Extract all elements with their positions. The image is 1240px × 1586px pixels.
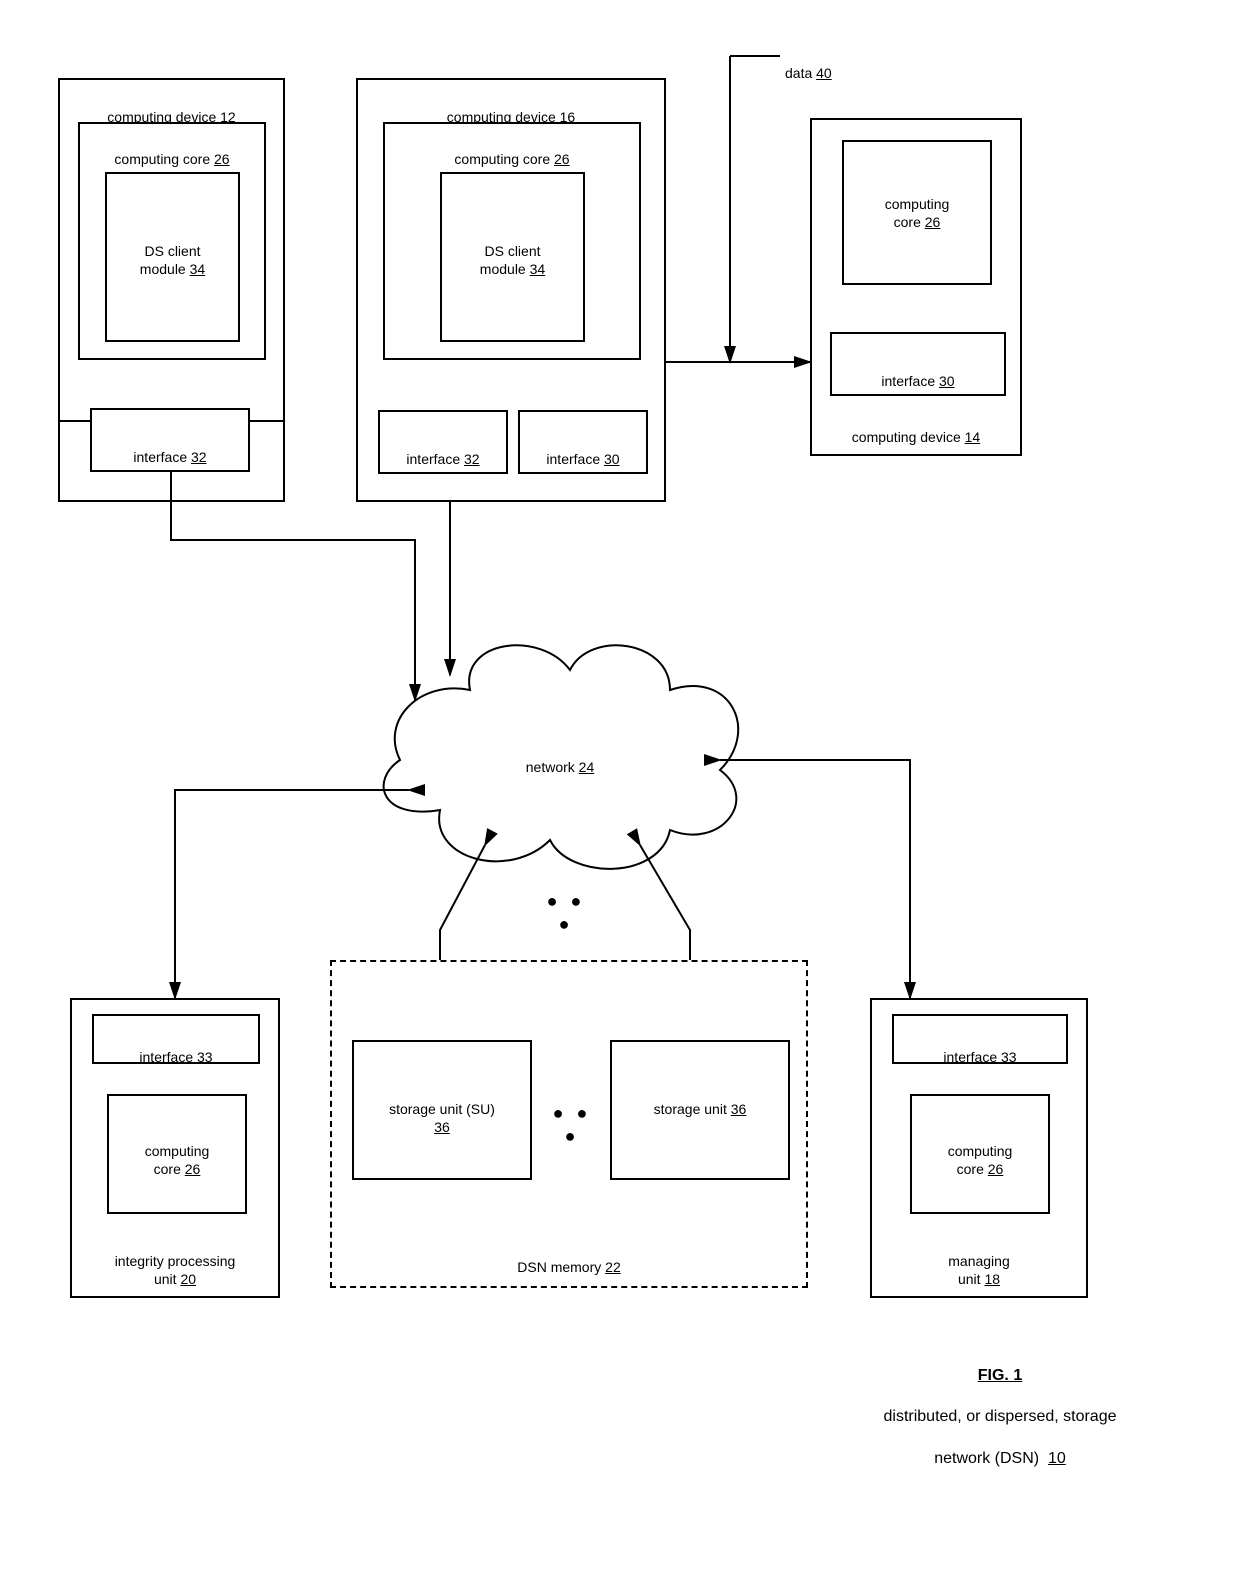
cd16-interface-32: interface 32 xyxy=(378,410,508,474)
dots-links: ● ● ● xyxy=(536,890,596,937)
mgr-core: computingcore 26 xyxy=(910,1094,1050,1214)
cd14-core: computingcore 26 xyxy=(842,140,992,285)
cd12-core: computing core 26 DS clientmodule 34 xyxy=(78,122,266,360)
ipu-title: integrity processingunit 20 xyxy=(72,1233,278,1288)
computing-device-16: computing device 16 computing core 26 DS… xyxy=(356,78,666,502)
cd14-core-label: computingcore 26 xyxy=(844,177,990,232)
dsn-memory: storage unit (SU)36 ● ● ● storage unit 3… xyxy=(330,960,808,1288)
integrity-processing-unit: interface 33 computingcore 26 integrity … xyxy=(70,998,280,1298)
cd14-iface-label: interface 30 xyxy=(832,354,1004,390)
storage-unit-1: storage unit (SU)36 xyxy=(352,1040,532,1180)
cd12-ds-label: DS clientmodule 34 xyxy=(107,224,238,279)
dsnmem-title: DSN memory 22 xyxy=(332,1240,806,1276)
cd16-core-label: computing core 26 xyxy=(385,132,639,168)
cd14-title: computing device 14 xyxy=(812,410,1020,446)
figure-caption: FIG. 1 distributed, or dispersed, storag… xyxy=(840,1345,1160,1470)
cd16-core: computing core 26 DS clientmodule 34 xyxy=(383,122,641,360)
ipu-interface-33: interface 33 xyxy=(92,1014,260,1064)
cd14-interface-30: interface 30 xyxy=(830,332,1006,396)
ipu-core: computingcore 26 xyxy=(107,1094,247,1214)
mgr-interface-33: interface 33 xyxy=(892,1014,1068,1064)
cd16-interface-30: interface 30 xyxy=(518,410,648,474)
computing-device-14: computingcore 26 interface 30 computing … xyxy=(810,118,1022,456)
data-label: data 40 xyxy=(785,46,832,82)
cd16-ds-label: DS clientmodule 34 xyxy=(442,224,583,279)
su1-label: storage unit (SU)36 xyxy=(354,1082,530,1137)
ipu-core-label: computingcore 26 xyxy=(109,1124,245,1179)
cd12-interface-32: interface 32 xyxy=(90,408,250,472)
cd12-core-label: computing core 26 xyxy=(80,132,264,168)
cd12-iface-label: interface 32 xyxy=(92,430,248,466)
cd16-ifaceB-label: interface 30 xyxy=(520,432,646,468)
storage-unit-2: storage unit 36 xyxy=(610,1040,790,1180)
cd16-ifaceA-label: interface 32 xyxy=(380,432,506,468)
mgr-core-label: computingcore 26 xyxy=(912,1124,1048,1179)
network-label: network 24 xyxy=(500,740,620,776)
cd12-ds-client: DS clientmodule 34 xyxy=(105,172,240,342)
mgr-iface-label: interface 33 xyxy=(894,1030,1066,1066)
cd12-title: computing device 12 xyxy=(60,90,283,126)
computing-device-12: computing device 12 computing core 26 DS… xyxy=(58,78,285,422)
cd16-title: computing device 16 xyxy=(358,90,664,126)
mgr-title: managingunit 18 xyxy=(872,1233,1086,1288)
ipu-iface-label: interface 33 xyxy=(94,1030,258,1066)
managing-unit: interface 33 computingcore 26 managingun… xyxy=(870,998,1088,1298)
cd16-ds-client: DS clientmodule 34 xyxy=(440,172,585,342)
su2-label: storage unit 36 xyxy=(612,1082,788,1118)
dots-su: ● ● ● xyxy=(542,1102,602,1149)
